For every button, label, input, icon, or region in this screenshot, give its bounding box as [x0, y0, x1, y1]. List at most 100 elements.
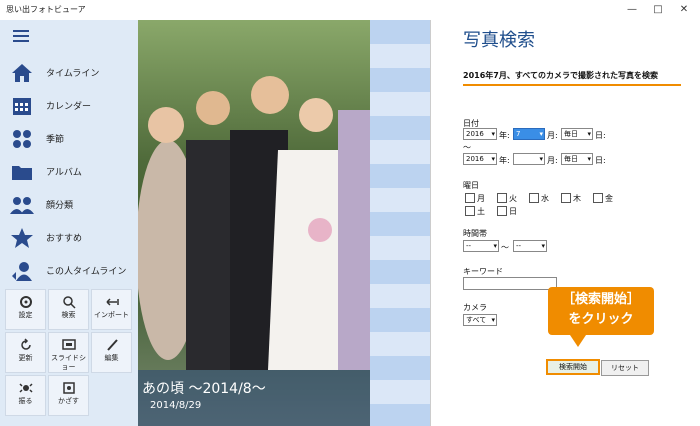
weekday-thu-label: 木 [573, 194, 581, 203]
wedding-photo [138, 76, 370, 370]
title-bar: 思い出フォトビューア — □ ✕ [0, 0, 700, 20]
tile-label: 設定 [18, 311, 33, 319]
weekday-sat-label: 土 [477, 207, 485, 216]
timeline-strip [370, 20, 430, 426]
keyword-input[interactable] [463, 277, 557, 290]
month-unit-label: 月: [547, 156, 558, 165]
from-day-select[interactable]: 毎日 ▾ [561, 128, 593, 140]
tile-label: インポート [94, 311, 129, 319]
weekday-wed-checkbox[interactable] [529, 193, 539, 203]
sidebar-item-label: おすすめ [46, 234, 83, 244]
gear-icon [19, 296, 32, 308]
panel-title: 写真検索 [463, 30, 535, 51]
weekday-fri-checkbox[interactable] [593, 193, 603, 203]
weekday-tue-checkbox[interactable] [497, 193, 507, 203]
hamburger-menu-icon[interactable] [13, 30, 29, 42]
search-icon [62, 296, 76, 309]
weekday-label: 曜日 [463, 181, 479, 190]
refresh-button[interactable]: 更新 [5, 332, 46, 373]
time-from-select[interactable]: -- ▾ [463, 240, 499, 252]
photo-caption-bar: あの頃 ～2014/8～ 2014/8/29 [138, 370, 370, 426]
from-year-select[interactable]: 2016 ▾ [463, 128, 497, 140]
settings-button[interactable]: 設定 [5, 289, 46, 330]
brush-icon [106, 339, 118, 351]
year-unit-label: 年: [499, 131, 510, 140]
tile-label: 振る [18, 397, 33, 405]
weekday-wed-label: 水 [541, 194, 549, 203]
sidebar-item-person-timeline[interactable]: この人タイムライン [0, 256, 138, 286]
edit-button[interactable]: 編集 [91, 332, 132, 373]
search-button[interactable]: 検索 [48, 289, 89, 330]
refresh-icon [20, 338, 31, 350]
slideshow-button[interactable]: スライドショー [48, 332, 89, 373]
tile-label: 検索 [61, 311, 76, 319]
to-year-select[interactable]: 2016 ▾ [463, 153, 497, 165]
photo-caption: あの頃 ～2014/8～ [142, 381, 266, 397]
tile-label: かざす [58, 397, 79, 405]
faces-icon [10, 197, 34, 214]
photo-view[interactable]: あの頃 ～2014/8～ 2014/8/29 [138, 20, 370, 426]
sidebar-item-album[interactable]: アルバム [0, 157, 138, 187]
sidebar-item-timeline[interactable]: タイムライン [0, 58, 138, 88]
from-month-select[interactable]: 7 ▾ [513, 128, 545, 140]
to-month-select[interactable]: ▾ [513, 153, 545, 165]
sidebar-item-faces[interactable]: 顔分類 [0, 190, 138, 220]
seasons-icon [13, 130, 31, 148]
tile-label: スライドショー [51, 354, 86, 371]
camera-label: カメラ [463, 303, 487, 312]
time-label: 時間帯 [463, 229, 487, 238]
time-tilde: ～ [501, 243, 509, 252]
keyword-label: キーワード [463, 267, 503, 276]
sidebar-item-label: この人タイムライン [46, 267, 127, 277]
range-tilde: ～ [463, 143, 471, 152]
minimize-button[interactable]: — [618, 2, 646, 18]
weekday-sun-label: 日 [509, 207, 517, 216]
sidebar-item-label: 顔分類 [46, 201, 74, 211]
day-unit-label: 日: [595, 156, 606, 165]
close-button[interactable]: ✕ [670, 2, 698, 18]
weekday-sun-checkbox[interactable] [497, 206, 507, 216]
weekday-tue-label: 火 [509, 194, 517, 203]
home-icon [12, 64, 32, 82]
slideshow-icon [61, 339, 76, 350]
maximize-button[interactable]: □ [644, 2, 672, 18]
search-hint: 2016年7月、すべてのカメラで撮影された写真を検索 [463, 71, 658, 80]
calendar-icon [13, 98, 31, 115]
sidebar-item-label: 季節 [46, 135, 65, 145]
sidebar-item-seasons[interactable]: 季節 [0, 124, 138, 154]
window-title: 思い出フォトビューア [6, 5, 86, 14]
time-to-select[interactable]: -- ▾ [513, 240, 547, 252]
person-timeline-icon [12, 262, 32, 281]
weekday-mon-label: 月 [477, 194, 485, 203]
camera-select[interactable]: すべて ▾ [463, 314, 497, 326]
weekday-thu-checkbox[interactable] [561, 193, 571, 203]
import-button[interactable]: インポート [91, 289, 132, 330]
callout-line1: ［検索開始］ [561, 292, 640, 307]
weekday-mon-checkbox[interactable] [465, 193, 475, 203]
year-unit-label: 年: [499, 156, 510, 165]
hint-underline [463, 84, 681, 86]
search-start-button[interactable]: 検索開始 [546, 359, 600, 375]
sidebar-item-recommended[interactable]: おすすめ [0, 223, 138, 253]
callout-tail [570, 335, 586, 347]
to-day-select[interactable]: 毎日 ▾ [561, 153, 593, 165]
star-icon [11, 228, 33, 248]
weekday-sat-checkbox[interactable] [465, 206, 475, 216]
hold-icon [62, 382, 75, 394]
sidebar-item-label: アルバム [46, 168, 82, 178]
photo-date: 2014/8/29 [150, 400, 202, 411]
sidebar-item-label: カレンダー [46, 102, 92, 112]
shake-icon [18, 383, 33, 393]
weekday-fri-label: 金 [605, 194, 613, 203]
import-icon [105, 298, 119, 306]
sidebar-item-calendar[interactable]: カレンダー [0, 91, 138, 121]
reset-button[interactable]: リセット [601, 360, 649, 376]
tile-label: 更新 [18, 354, 33, 362]
callout-line2: をクリック [568, 312, 634, 327]
hold-button[interactable]: かざす [48, 375, 89, 416]
sidebar-item-label: タイムライン [46, 69, 100, 79]
sidebar: タイムライン カレンダー 季節 アルバム 顔分類 おすすめ この人タイムライン … [0, 20, 138, 426]
search-panel: 写真検索 2016年7月、すべてのカメラで撮影された写真を検索 日付 2016 ▾… [430, 20, 700, 426]
day-unit-label: 日: [595, 131, 606, 140]
shake-button[interactable]: 振る [5, 375, 46, 416]
